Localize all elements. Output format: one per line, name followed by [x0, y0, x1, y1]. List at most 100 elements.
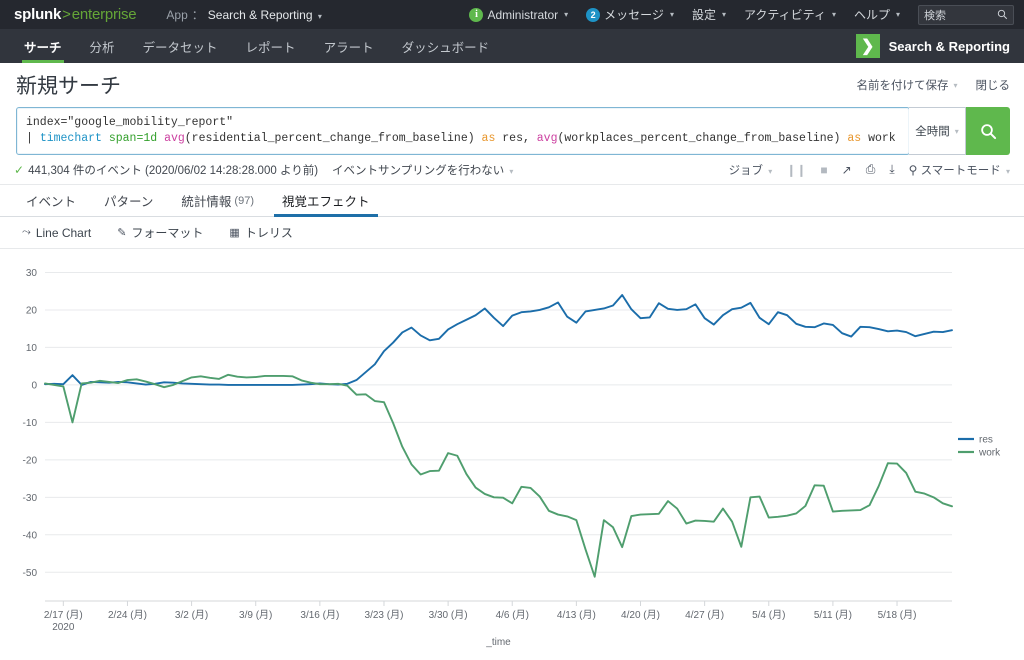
y-axis-tick-label: 30 [26, 268, 38, 279]
line-chart: 30 20 10 0 -10 -20 -30 -40 -50 2/17 (月) 2020 2/24 (… [0, 249, 1024, 649]
chevron-down-icon: ▾ [831, 10, 836, 19]
line-chart-icon: ⤳ [22, 226, 31, 238]
x-axis-tick-label: 4/20 (月) [621, 609, 660, 621]
nav-item-label: レポート [245, 40, 296, 55]
x-axis-tick-label: 4/13 (月) [557, 609, 596, 621]
format-button[interactable]: ✎ フォーマット [117, 224, 203, 241]
global-search-placeholder: 検索 [924, 9, 946, 22]
topbar-item-help[interactable]: ヘルプ ▾ [854, 6, 900, 23]
x-axis-tick-label: 4/27 (月) [685, 609, 724, 621]
query-as-1: as [481, 132, 496, 145]
y-axis-tick-label: 10 [26, 343, 38, 354]
nav-item-dashboards[interactable]: ダッシュボード [388, 29, 504, 63]
brand-chevron: > [62, 6, 71, 23]
save-as-button[interactable]: 名前を付けて保存 ▾ [856, 77, 957, 93]
print-icon[interactable]: ⎙ [866, 162, 876, 177]
app-label: App [166, 7, 188, 22]
app-logo-icon: ❯ [855, 34, 880, 58]
chart-canvas[interactable]: 30 20 10 0 -10 -20 -30 -40 -50 2/17 (月)2020 2/24 (… [0, 249, 1024, 649]
share-icon[interactable]: ↗ [842, 163, 852, 177]
info-icon: i [469, 7, 484, 22]
query-line-1: index="google_mobility_report" [26, 115, 900, 131]
query-function-2: avg [536, 132, 558, 145]
tab-label: 視覚エフェクト [281, 195, 370, 209]
tab-patterns[interactable]: パターン [90, 185, 167, 216]
x-axis-tick-label: 3/16 (月) [300, 609, 339, 621]
brand-splunk: splunk [14, 6, 62, 23]
trellis-label: トレリス [244, 226, 293, 240]
x-axis-tick-label: 3/9 (月) [239, 609, 272, 621]
close-label: 閉じる [975, 80, 1011, 92]
chevron-down-icon: ▾ [317, 11, 322, 21]
close-button[interactable]: 閉じる [976, 77, 1011, 93]
x-axis-tick-label: 3/30 (月) [429, 609, 468, 621]
tab-statistics[interactable]: 統計情報 (97) [167, 185, 268, 216]
series-line-work [44, 373, 953, 578]
search-query-input[interactable]: index="google_mobility_report" | timecha… [16, 107, 910, 155]
topbar-item-settings[interactable]: 設定 ▾ [692, 6, 726, 23]
query-command: timechart [39, 132, 102, 145]
tab-events[interactable]: イベント [12, 185, 90, 216]
y-axis-tick-label: -10 [23, 418, 38, 429]
search-icon [980, 123, 996, 139]
x-axis-tick-label: 5/18 (月) [878, 609, 917, 621]
lightbulb-icon: ⚲ [908, 162, 918, 177]
global-search-input[interactable]: 検索 [918, 4, 1014, 25]
job-info-bar: ✓ 441,304 件のイベント (2020/06/02 14:28:28.00… [0, 155, 1024, 185]
tab-label: イベント [26, 195, 77, 209]
time-range-label: 全時間 [915, 126, 950, 138]
query-as-2: as [847, 132, 862, 145]
nav-item-datasets[interactable]: データセット [129, 29, 232, 63]
nav-item-label: アラート [323, 40, 374, 55]
nav-item-search[interactable]: サーチ [10, 29, 76, 63]
top-bar: splunk > enterprise App ： Search & Reporti… [0, 0, 1024, 29]
stop-icon[interactable]: ■ [820, 163, 827, 177]
chevron-down-icon: ▾ [768, 166, 773, 176]
splunk-logo[interactable]: splunk > enterprise [14, 6, 137, 23]
tab-visualization[interactable]: 視覚エフェクト [268, 185, 384, 217]
chart-type-selector[interactable]: ⤳ Line Chart [22, 226, 91, 240]
format-icon: ✎ [117, 227, 127, 239]
event-sampling-selector[interactable]: イベントサンプリングを行わない ▾ [332, 162, 513, 178]
top-bar-right: i Administrator ▾ 2 メッセージ ▾ 設定 ▾ アクティビティ… [469, 4, 1014, 25]
export-icon[interactable]: ⤓ [889, 162, 894, 177]
nav-item-analytics[interactable]: 分析 [76, 29, 129, 63]
time-range-picker[interactable]: 全時間 ▾ [909, 107, 966, 155]
query-function-2-arg: (workplaces_percent_change_from_baseline… [557, 132, 841, 145]
topbar-item-administrator[interactable]: i Administrator ▾ [469, 7, 569, 22]
pause-icon[interactable]: ❙❙ [786, 163, 806, 177]
legend-label-res[interactable]: res [979, 435, 993, 446]
app-selector[interactable]: Search & Reporting ▾ [208, 8, 322, 22]
job-menu-button[interactable]: ジョブ ▾ [729, 162, 773, 178]
nav-item-label: データセット [142, 40, 218, 55]
chevron-down-icon: ▾ [564, 10, 569, 19]
page-title: 新規サーチ [16, 75, 121, 98]
chevron-down-icon: ▾ [954, 126, 959, 136]
topbar-item-activity[interactable]: アクティビティ ▾ [744, 6, 836, 23]
topbar-item-label: ヘルプ [853, 8, 890, 22]
page-header-actions: 名前を付けて保存 ▾ 閉じる [856, 77, 1010, 93]
page-header: 新規サーチ 名前を付けて保存 ▾ 閉じる [0, 63, 1024, 107]
visualization-toolbar: ⤳ Line Chart ✎ フォーマット ▦ トレリス [0, 217, 1024, 249]
current-app-badge[interactable]: ❯ Search & Reporting [855, 29, 1024, 63]
chevron-down-icon: ▾ [509, 166, 514, 176]
run-search-button[interactable] [966, 107, 1010, 155]
legend-label-work[interactable]: work [978, 448, 1001, 459]
query-line-2: | timechart span=1d avg(residential_perc… [26, 131, 900, 147]
nav-item-alerts[interactable]: アラート [310, 29, 388, 63]
nav-item-label: ダッシュボード [401, 40, 490, 55]
message-count-badge: 2 [586, 7, 601, 22]
event-sampling-label: イベントサンプリングを行わない [332, 164, 505, 177]
nav-item-reports[interactable]: レポート [232, 29, 310, 63]
query-alias-2: work [868, 132, 896, 145]
topbar-item-messages[interactable]: 2 メッセージ ▾ [586, 6, 674, 23]
search-mode-selector[interactable]: ⚲ スマートモード ▾ [909, 162, 1010, 178]
chart-type-label: Line Chart [35, 225, 92, 240]
event-count-text: 441,304 件のイベント (2020/06/02 14:28:28.000 … [28, 164, 319, 177]
app-separator: ： [191, 8, 204, 22]
search-bar: index="google_mobility_report" | timecha… [0, 107, 1024, 155]
trellis-button[interactable]: ▦ トレリス [229, 224, 292, 241]
y-axis-tick-label: -30 [23, 493, 38, 504]
trellis-icon: ▦ [229, 227, 240, 239]
nav-item-label: サーチ [24, 40, 62, 55]
